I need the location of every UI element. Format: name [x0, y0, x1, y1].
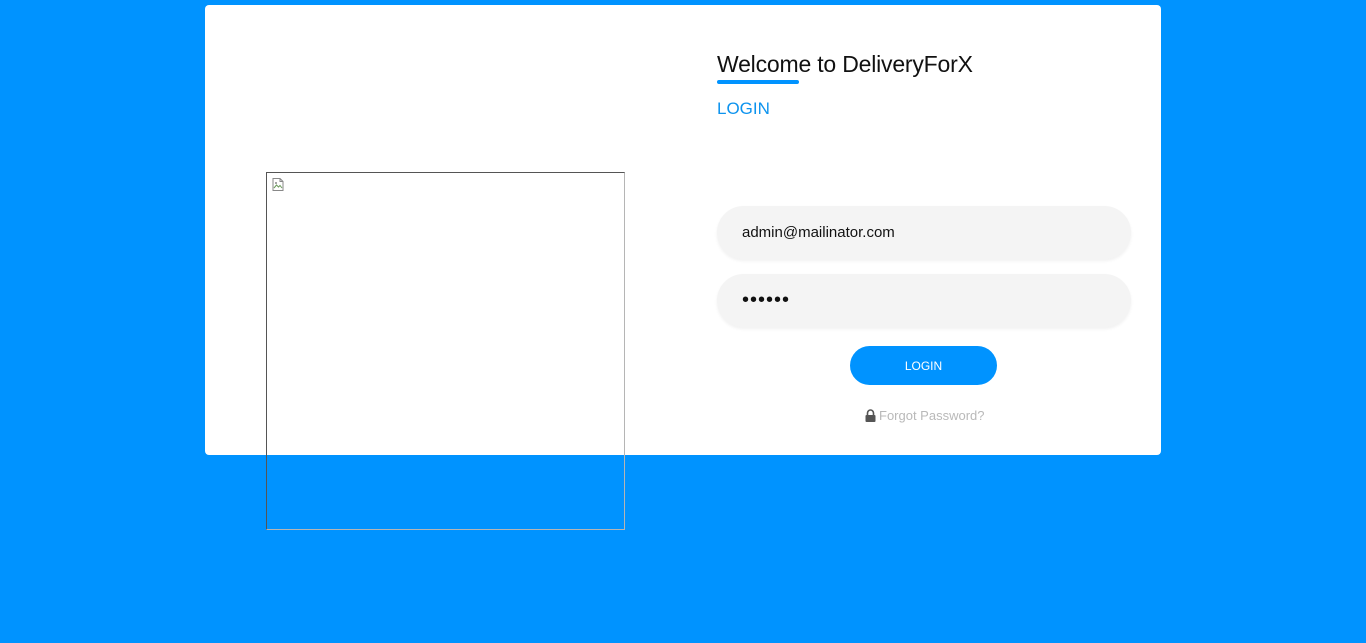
login-heading: LOGIN — [717, 99, 770, 118]
lock-icon — [865, 409, 876, 422]
email-field-value: admin@mailinator.com — [742, 224, 895, 241]
forgot-password-label: Forgot Password? — [879, 408, 985, 423]
page-title: Welcome to DeliveryForX — [717, 51, 973, 77]
title-underline — [717, 80, 799, 84]
password-field[interactable]: •••••• — [717, 274, 1131, 327]
email-field[interactable]: admin@mailinator.com — [717, 206, 1131, 259]
login-button[interactable]: LOGIN — [850, 346, 997, 385]
illustration-image — [266, 172, 625, 530]
forgot-password-link[interactable]: Forgot Password? — [865, 408, 985, 423]
broken-image-icon — [272, 178, 284, 191]
password-field-value: •••••• — [742, 289, 791, 311]
